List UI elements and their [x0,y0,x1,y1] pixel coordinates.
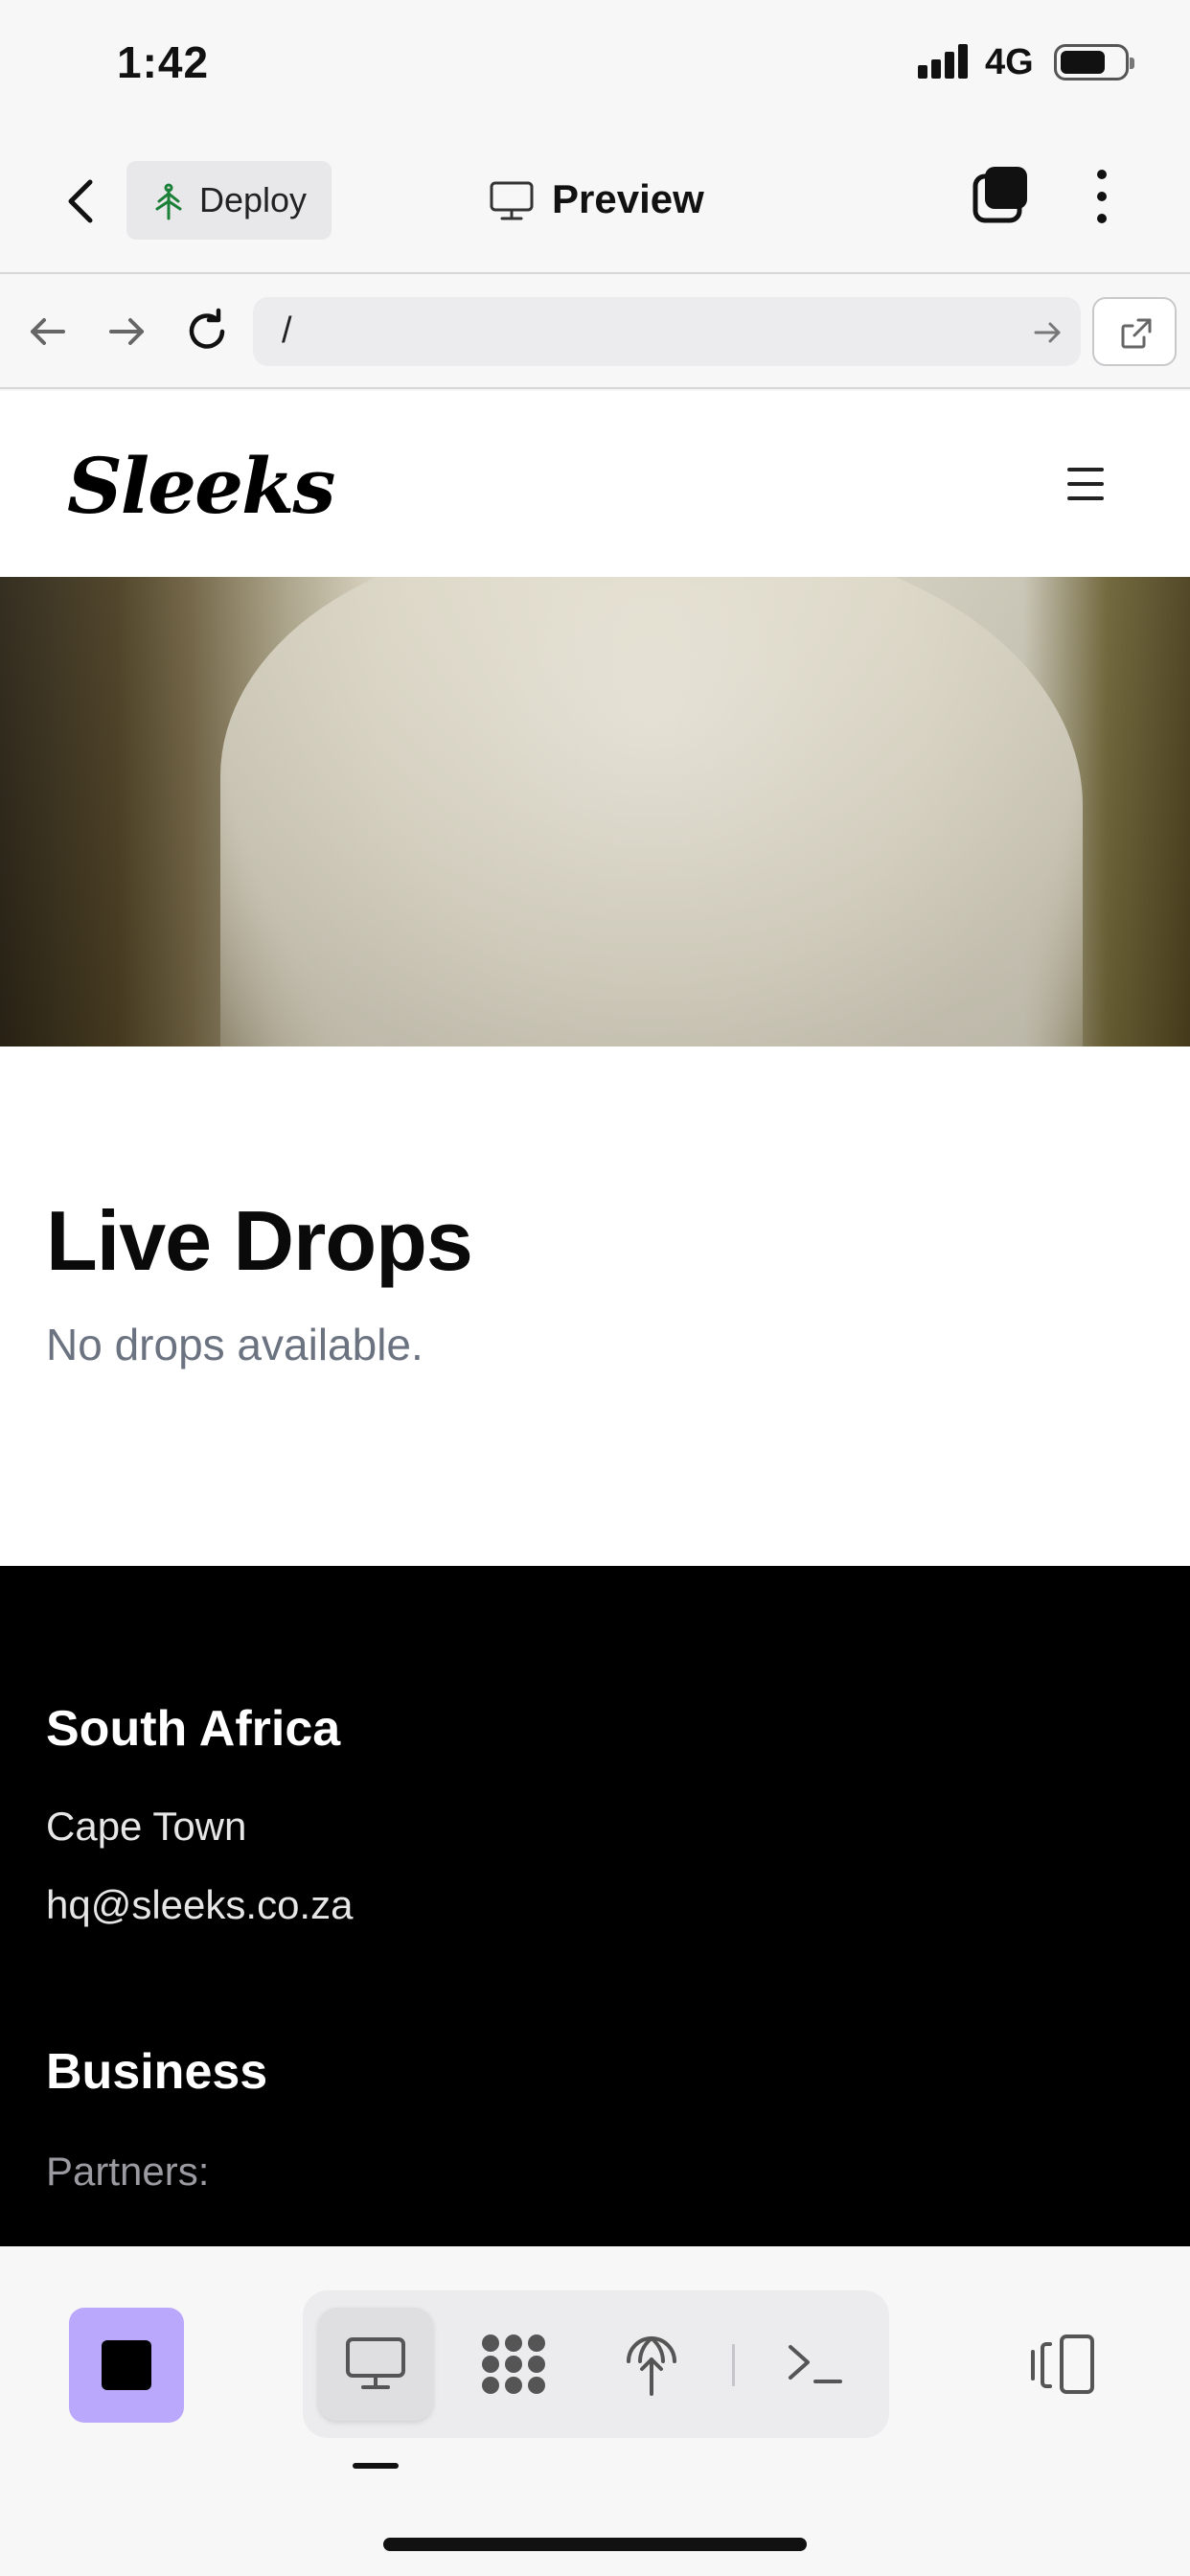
panel-toggle-icon [1031,2334,1094,2394]
reload-button[interactable] [180,305,234,358]
kebab-icon [1097,170,1107,223]
view-switcher [303,2290,889,2438]
footer-region-title: South Africa [46,1701,341,1757]
tab-graph[interactable] [456,2308,571,2421]
drops-empty-message: No drops available. [46,1320,423,1369]
nav-back-button[interactable] [21,305,75,358]
url-bar[interactable]: / [253,297,1081,366]
nav-forward-button[interactable] [100,305,153,358]
browser-bar: / [0,276,1190,389]
site-header: Sleeks [0,391,1190,577]
stop-icon [102,2340,151,2390]
toggle-panel-button[interactable] [1025,2331,1098,2400]
deploy-button[interactable]: Deploy [126,161,332,240]
switcher-divider [732,2344,735,2386]
tab-deploy[interactable] [594,2308,709,2421]
drops-heading: Live Drops [46,1193,473,1288]
back-button[interactable] [54,172,111,230]
battery-icon [1054,44,1134,80]
reload-icon [189,308,225,349]
url-text: / [282,310,292,351]
app-header: Deploy Preview [0,128,1190,274]
site-preview: Sleeks Live Drops No drops available. So… [0,391,1190,2246]
tree-icon [155,183,182,220]
network-type: 4G [985,42,1034,82]
deploy-label: Deploy [199,180,308,219]
footer-business-title: Business [46,2044,268,2100]
arrow-right-icon [109,318,144,345]
footer-city: Cape Town [46,1804,247,1849]
tab-preview[interactable] [318,2308,433,2421]
site-logo[interactable]: Sleeks [67,441,335,531]
footer-email-link[interactable]: hq@sleeks.co.za [46,1882,353,1928]
page-title: Preview [552,176,704,221]
status-time: 1:42 [117,37,210,87]
monitor-icon [346,2337,405,2389]
open-external-button[interactable] [1092,297,1177,366]
hero-image [0,577,1190,1046]
terminal-icon [789,2345,842,2383]
dots-grid-icon [482,2334,545,2394]
tab-shell[interactable] [757,2308,872,2421]
active-tab-indicator [353,2463,399,2469]
status-bar: 1:42 4G [0,0,1190,128]
arrow-right-icon[interactable] [1031,316,1064,349]
site-footer: South Africa Cape Town hq@sleeks.co.za B… [0,1566,1190,2246]
signal-icon [918,44,970,79]
external-link-icon [1121,318,1152,349]
hamburger-icon[interactable] [1067,468,1104,500]
home-indicator [383,2538,807,2551]
monitor-icon [490,181,534,220]
stop-button[interactable] [69,2308,184,2423]
chevron-left-icon [68,179,93,223]
app-root: 1:42 4G Deploy Preview / Sleeks Live Dro… [0,0,1190,2576]
tabs-button[interactable] [970,163,1033,226]
more-button[interactable] [1083,165,1121,228]
arrow-left-icon [31,318,65,345]
footer-partners-label: Partners: [46,2149,210,2194]
bottom-toolbar [0,2246,1190,2576]
tabs-icon [973,167,1027,223]
globe-upload-icon [627,2336,676,2396]
